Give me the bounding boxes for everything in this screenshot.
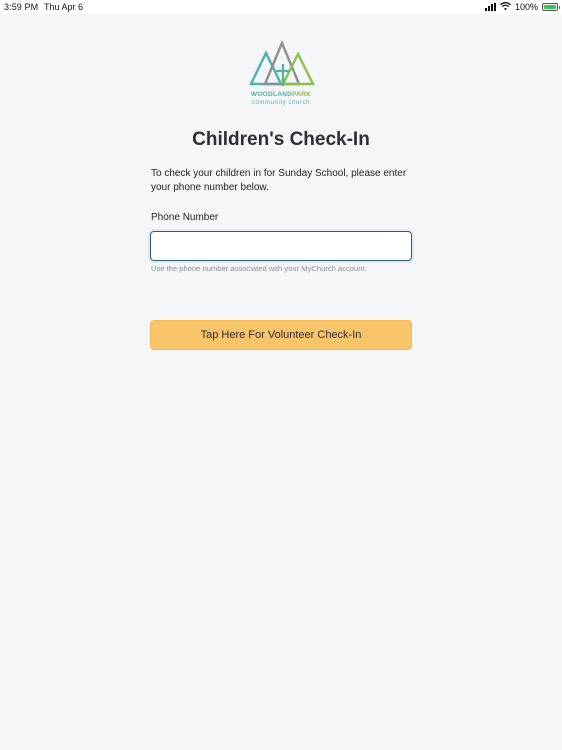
mountains-cross-icon xyxy=(249,40,315,86)
app-screen: 3:59 PM Thu Apr 6 100% WOODLANDPARK comm… xyxy=(0,0,562,750)
battery-percentage: 100% xyxy=(514,2,538,12)
cellular-signal-icon xyxy=(484,3,496,11)
page-title: Children's Check-In xyxy=(192,129,370,150)
wifi-icon xyxy=(500,2,511,12)
phone-number-label: Phone Number xyxy=(151,212,219,223)
status-time: 3:59 PM xyxy=(4,2,39,12)
church-logo: WOODLANDPARK community church xyxy=(243,40,319,108)
logo-subtitle: community church xyxy=(251,100,311,106)
status-bar: 3:59 PM Thu Apr 6 100% xyxy=(0,0,562,14)
phone-help-text: Use the phone number associated with you… xyxy=(151,264,367,273)
intro-text: To check your children in for Sunday Sch… xyxy=(151,168,407,193)
phone-number-input[interactable] xyxy=(150,231,412,261)
volunteer-check-in-button[interactable]: Tap Here For Volunteer Check-In xyxy=(150,320,412,350)
battery-charging-icon xyxy=(542,3,560,11)
logo-wordmark: WOODLANDPARK xyxy=(250,91,312,98)
status-indicators: 100% xyxy=(484,2,560,12)
status-date: Thu Apr 6 xyxy=(44,2,84,12)
